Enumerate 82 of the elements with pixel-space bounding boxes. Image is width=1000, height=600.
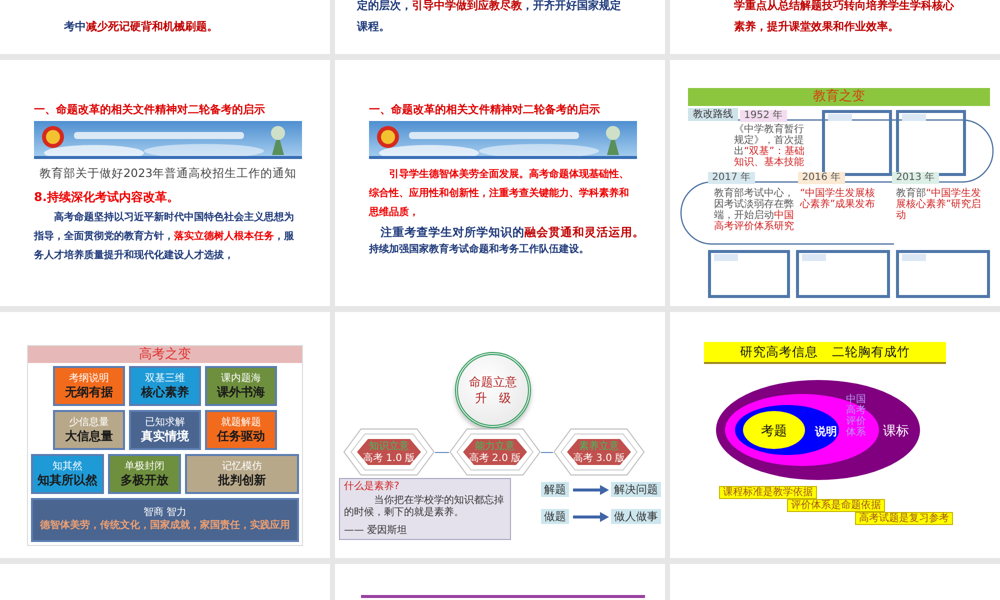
tile-text: 知其所以然 (37, 473, 98, 487)
tile-text: 批判创新 (218, 473, 266, 487)
slide-thumbnail[interactable]: 一、命题改革的相关文件精神对二轮备考的启示 引导学生德智体美劳全面发展。高考命题体现基础性、综合性、应用性和创新性，注重考查关键能力、学科素养和思维品质， 注重考查学生对所学知识的融会贯通和灵活运用。 持续加强国家教育考试命题和考务工作队伍建设。 (335, 60, 665, 306)
ring-label: 考题 (761, 424, 787, 439)
tile-text: 真实情境 (141, 429, 189, 443)
quote-author: —— 爱因斯坦 (344, 525, 408, 537)
connector-line (541, 452, 553, 453)
stage-title: 能力立意 (474, 441, 516, 452)
tile-label: 少信息量 (69, 417, 109, 428)
term-label: 做题 (541, 509, 569, 524)
slide-title: 教育之变 (688, 88, 990, 106)
tile-label: 知其然 (52, 461, 82, 472)
paragraph: 考中减少死记硬背和机械刷题。 (64, 19, 219, 36)
year-label: 2016 年 (798, 172, 845, 184)
notice-title: 教育部关于做好2023年普通高校招生工作的通知 (38, 164, 298, 182)
event-note: 教育部考试中心，因考试淡弱存在弊端，开始启动中国高考评价体系研究 (714, 188, 794, 232)
paragraph: 定的层次，引导中学做到应教尽教，开齐开好国家规定课程。 (357, 0, 622, 36)
quote-text: 当你把在学校学的知识都忘掉的时候，剩下的就是素养。 (344, 495, 505, 519)
slide-title: 一、命题改革的相关文件精神对二轮备考的启示 (34, 102, 266, 118)
tile-text: 核心素养 (141, 385, 189, 399)
tile-label: 记忆模仿 (222, 461, 262, 472)
year-label: 1952 年 (740, 110, 787, 122)
tile-label: 考纲说明 (69, 373, 109, 384)
ring-label: 中国高考评价体系 (846, 394, 866, 438)
paragraph: 高考命题坚持以习近平新时代中国特色社会主义思想为指导，全面贯彻党的教育方针，落实立德树人根本任务，服务人才培养质量提升和现代化建设人才选拔， (34, 210, 295, 263)
tile-text: 课外书海 (217, 385, 265, 399)
slide-title: 一、命题改革的相关文件精神对二轮备考的启示 (369, 102, 601, 118)
tile-label: 课内题海 (221, 373, 261, 384)
tile-label: 智商 智力 (143, 507, 187, 518)
slide-thumbnail[interactable]: 命题立意 升 级 知识立意 高考 1.0 版 能力立意 高考 2.0 版 素养立意 高考 3.0 版 什么是素养? 当你把在学校学的知识都忘掉的时候，剩下的就是素养。 —— 爱因斯坦 解题 解决问题 做题 做人做事 (335, 312, 665, 558)
ring-label: 说明 (815, 425, 837, 438)
circle-text: 命题立意 (469, 374, 517, 390)
slide-thumbnail[interactable]: 高考之变 考纲说明 无纲有据 双基三维 核心素养 课内题海 课外书海 少信息量 大信息量 已知求解 真实情境 就题解题 任务驱动 知其然 知其所以然 单极封闭 多极开放 记忆模仿 批判创新 智商 智力 德智体美劳，传统文化，国家成就，家国责任，实践应用 (0, 312, 330, 558)
note-tag: 高考试题是复习参考 (855, 512, 953, 525)
event-note: 《中学教育暂行规定》，首次提出“双基”：基础知识、基本技能 (734, 124, 806, 168)
quote-title: 什么是素养? (344, 481, 400, 493)
ring-label: 课标 (883, 424, 909, 439)
stage-title: 素养立意 (578, 441, 620, 452)
stage-subtitle: 高考 1.0 版 (362, 453, 416, 464)
term-label: 解题 (541, 482, 569, 497)
tile-text: 无纲有据 (65, 385, 113, 399)
stage-subtitle: 高考 2.0 版 (468, 453, 522, 464)
tile-label: 单极封闭 (124, 461, 164, 472)
stage-subtitle: 高考 3.0 版 (572, 453, 626, 464)
circle-text: 升 级 (475, 390, 511, 406)
term-label: 解决问题 (611, 482, 661, 497)
title-text: 二轮胸有成竹 (832, 342, 910, 361)
title-text: 研究高考信息 (740, 342, 818, 361)
tile-label: 就题解题 (221, 417, 261, 428)
paragraph: 学重点从总结解题技巧转向培养学生学科核心素养，提升课堂效果和作业效率。 (734, 0, 955, 36)
slide-thumbnail[interactable] (335, 564, 665, 600)
paragraph: 注重考查学生对所学知识的融会贯通和灵活运用。 (380, 224, 637, 240)
section-heading: 8.持续深化考试内容改革。 (34, 188, 180, 206)
tile-text: 大信息量 (65, 429, 113, 443)
tile-label: 双基三维 (145, 373, 185, 384)
slide-thumbnail[interactable] (670, 564, 1000, 600)
term-label: 做人做事 (611, 509, 661, 524)
event-note: “中国学生发展核心素养”成果发布 (800, 188, 876, 210)
arrow-icon (573, 512, 609, 522)
route-label: 教改路线 (688, 108, 738, 121)
connector-line (435, 452, 449, 453)
slide-thumbnail[interactable] (0, 564, 330, 600)
tile-text: 德智体美劳，传统文化，国家成就，家国责任，实践应用 (40, 519, 290, 533)
event-note: 教育部“中国学生发展核心素养”研究启动 (896, 188, 982, 221)
paragraph: 引导学生德智体美劳全面发展。高考命题体现基础性、综合性、应用性和创新性，注重考查关键能力、学科素养和思维品质， (369, 167, 630, 220)
note-tag: 评价体系是命题依据 (787, 499, 885, 512)
year-label: 2013 年 (892, 172, 939, 184)
year-label: 2017 年 (708, 172, 755, 184)
slide-title: 高考之变 (28, 346, 302, 363)
paragraph: 持续加强国家教育考试命题和考务工作队伍建设。 (369, 242, 590, 258)
slide-thumbnail[interactable]: 一、命题改革的相关文件精神对二轮备考的启示 教育部关于做好2023年普通高校招生工作的通知 8.持续深化考试内容改革。 高考命题坚持以习近平新时代中国特色社会主义思想为指导，全面贯彻党的教育方针，落实立德树人根本任务，服务人才培养质量提升和现代化建设人才选拔， (0, 60, 330, 306)
tile-label: 已知求解 (145, 417, 185, 428)
arrow-icon (573, 485, 609, 495)
slide-thumbnail[interactable]: 定的层次，引导中学做到应教尽教，开齐开好国家规定课程。 (335, 0, 665, 54)
note-tag: 课程标准是教学依据 (719, 486, 817, 499)
tile-text: 任务驱动 (217, 429, 265, 443)
slide-thumbnail[interactable]: 教育之变 教改路线 1952 年 《中学教育暂行规定》，首次提出“双基”：基础知识、基本技能 2017 年 教育部考试中心，因考试淡弱存在弊端，开始启动中国高考评价体系研究 2016 年 “中国学生发展核心素养”成果发布 2013 年 教育部“中国学生发展核心素养”研究启动 (670, 60, 1000, 306)
stage-title: 知识立意 (368, 441, 410, 452)
slide-thumbnail[interactable]: 考中减少死记硬背和机械刷题。 (0, 0, 330, 54)
slide-thumbnail[interactable]: 学重点从总结解题技巧转向培养学生学科核心素养，提升课堂效果和作业效率。 (670, 0, 1000, 54)
tile-text: 多极开放 (120, 473, 168, 487)
slide-thumbnail[interactable]: 研究高考信息 二轮胸有成竹 考题 说明 中国高考评价体系 课标 课程标准是教学依据 评价体系是命题依据 高考试题是复习参考 (670, 312, 1000, 558)
